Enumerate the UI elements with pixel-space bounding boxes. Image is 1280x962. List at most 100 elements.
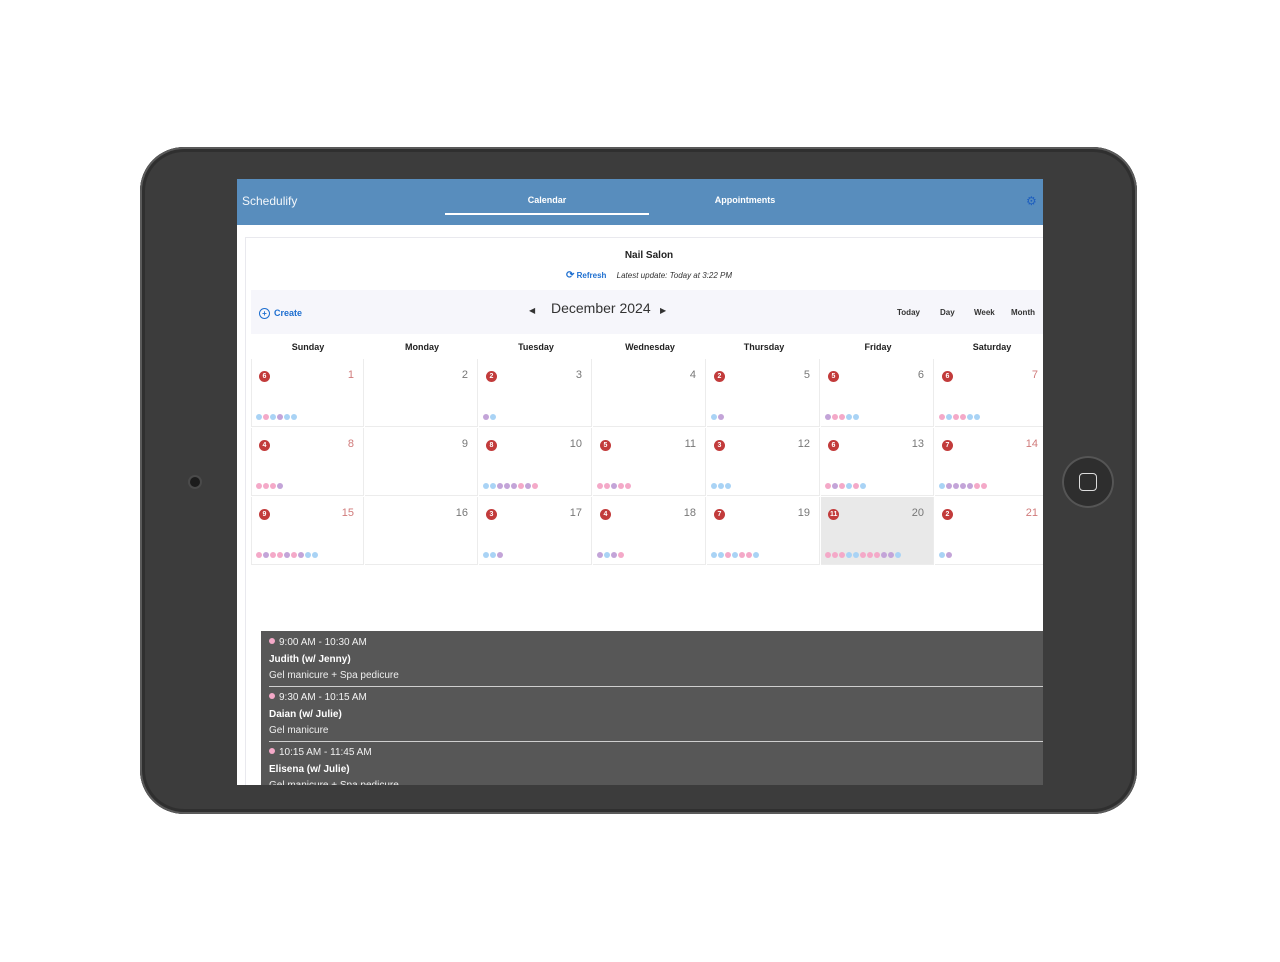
appointment-service: Gel manicure + Spa pedicure bbox=[269, 780, 399, 785]
appointment-dot bbox=[953, 483, 959, 489]
appointment-dot bbox=[974, 414, 980, 420]
day-number: 18 bbox=[683, 507, 696, 519]
day-number: 12 bbox=[797, 438, 810, 450]
day-cell[interactable]: 9 15 bbox=[251, 497, 364, 565]
day-cell[interactable]: 56 bbox=[821, 359, 934, 427]
appointment-dot bbox=[974, 483, 980, 489]
day-cell[interactable]: 11 20 bbox=[821, 497, 934, 565]
appointment-count-badge: 2 bbox=[714, 371, 725, 382]
appointment-dot bbox=[853, 483, 859, 489]
view-day-button[interactable]: Day bbox=[940, 308, 955, 317]
appointment-dots bbox=[256, 552, 318, 559]
appointment-dot bbox=[888, 552, 894, 558]
day-cell[interactable]: 8 10 bbox=[479, 428, 592, 496]
appointment-dot bbox=[256, 552, 262, 558]
day-cell[interactable]: 61 bbox=[251, 359, 364, 427]
day-cell[interactable]: 16 bbox=[365, 497, 478, 565]
appointment-dot bbox=[270, 414, 276, 420]
appointment-dot bbox=[597, 552, 603, 558]
appointment-item[interactable]: 9:00 AM - 10:30 AM Judith (w/ Jenny) Gel m… bbox=[269, 631, 1043, 687]
day-cell[interactable]: 25 bbox=[707, 359, 820, 427]
appointment-client: Daian (w/ Julie) bbox=[269, 709, 342, 720]
appointment-dot bbox=[284, 552, 290, 558]
appointment-dot bbox=[277, 483, 283, 489]
appointment-dot bbox=[960, 483, 966, 489]
view-month-button[interactable]: Month bbox=[1011, 308, 1035, 317]
appointment-service: Gel manicure bbox=[269, 725, 329, 736]
appointment-count-badge: 5 bbox=[828, 371, 839, 382]
gear-icon[interactable]: ⚙ bbox=[1026, 194, 1037, 208]
appointment-dot bbox=[711, 552, 717, 558]
home-button[interactable] bbox=[1062, 456, 1114, 508]
appointment-dot bbox=[853, 414, 859, 420]
appointment-dot bbox=[860, 552, 866, 558]
appointment-dot bbox=[618, 552, 624, 558]
appointment-count-badge: 11 bbox=[828, 509, 840, 520]
tab-calendar[interactable]: Calendar bbox=[445, 195, 649, 205]
day-cell[interactable]: 7 14 bbox=[935, 428, 1043, 496]
camera-icon bbox=[190, 477, 200, 487]
appointment-dots bbox=[825, 414, 859, 421]
appointment-count-badge: 8 bbox=[486, 440, 497, 451]
appointment-dot bbox=[739, 552, 745, 558]
day-number: 20 bbox=[911, 507, 924, 519]
month-title: December 2024 bbox=[551, 300, 651, 316]
appointment-dot bbox=[618, 483, 624, 489]
day-cell[interactable]: 3 12 bbox=[707, 428, 820, 496]
appointment-dot bbox=[867, 552, 873, 558]
day-number: 7 bbox=[1031, 369, 1038, 381]
view-week-button[interactable]: Week bbox=[974, 308, 995, 317]
appointment-dot bbox=[277, 552, 283, 558]
appointment-time-text: 9:00 AM - 10:30 AM bbox=[279, 637, 367, 648]
appointment-item[interactable]: 10:15 AM - 11:45 AM Elisena (w/ Julie) Gel… bbox=[269, 741, 1043, 785]
day-cell[interactable]: 5 11 bbox=[593, 428, 706, 496]
day-cell[interactable]: 7 19 bbox=[707, 497, 820, 565]
view-today-button[interactable]: Today bbox=[897, 308, 920, 317]
day-cell[interactable]: 23 bbox=[479, 359, 592, 427]
appointment-dot bbox=[490, 414, 496, 420]
appointment-time: 9:00 AM - 10:30 AM bbox=[269, 637, 367, 648]
appointment-dot bbox=[946, 552, 952, 558]
day-cell[interactable]: 6 13 bbox=[821, 428, 934, 496]
calendar-toolbar: + Create ◀ December 2024 ▶ Today Day Week… bbox=[251, 290, 1043, 334]
appointment-service: Gel manicure + Spa pedicure bbox=[269, 670, 399, 681]
appointment-dot bbox=[846, 483, 852, 489]
appointment-dot bbox=[298, 552, 304, 558]
day-cell[interactable]: 2 bbox=[365, 359, 478, 427]
appointment-dot bbox=[263, 483, 269, 489]
day-cell[interactable]: 3 17 bbox=[479, 497, 592, 565]
refresh-icon[interactable]: ⟳ bbox=[566, 270, 574, 281]
appointment-dot bbox=[597, 483, 603, 489]
day-cell[interactable]: 48 bbox=[251, 428, 364, 496]
appointment-dots bbox=[939, 483, 987, 490]
day-number: 11 bbox=[684, 438, 696, 450]
appointment-dot bbox=[718, 552, 724, 558]
refresh-button[interactable]: Refresh bbox=[577, 271, 607, 280]
day-cell[interactable]: 67 bbox=[935, 359, 1043, 427]
appointment-dots bbox=[711, 483, 731, 490]
appointment-dot bbox=[263, 414, 269, 420]
active-tab-indicator bbox=[445, 213, 649, 215]
appointment-count-badge: 3 bbox=[714, 440, 725, 451]
appointment-time-text: 10:15 AM - 11:45 AM bbox=[279, 747, 372, 758]
tab-appointments[interactable]: Appointments bbox=[649, 195, 841, 205]
day-cell[interactable]: 9 bbox=[365, 428, 478, 496]
day-appointments-panel: 9:00 AM - 10:30 AM Judith (w/ Jenny) Gel m… bbox=[261, 631, 1043, 785]
day-cell[interactable]: 4 18 bbox=[593, 497, 706, 565]
next-month-button[interactable]: ▶ bbox=[660, 306, 666, 315]
day-cell[interactable]: 4 bbox=[593, 359, 706, 427]
create-button[interactable]: + Create bbox=[259, 308, 302, 319]
appointment-dot bbox=[939, 552, 945, 558]
appointment-count-badge: 2 bbox=[942, 509, 953, 520]
appointment-dot bbox=[518, 483, 524, 489]
appointment-dot bbox=[939, 414, 945, 420]
day-number: 19 bbox=[797, 507, 810, 519]
appointment-item[interactable]: 9:30 AM - 10:15 AM Daian (w/ Julie) Gel ma… bbox=[269, 686, 1043, 742]
appointment-dot bbox=[611, 552, 617, 558]
day-cell[interactable]: 2 21 bbox=[935, 497, 1043, 565]
appointment-dot bbox=[946, 483, 952, 489]
day-number: 6 bbox=[917, 369, 924, 381]
prev-month-button[interactable]: ◀ bbox=[529, 306, 535, 315]
day-number: 13 bbox=[911, 438, 924, 450]
appointment-dot bbox=[846, 552, 852, 558]
